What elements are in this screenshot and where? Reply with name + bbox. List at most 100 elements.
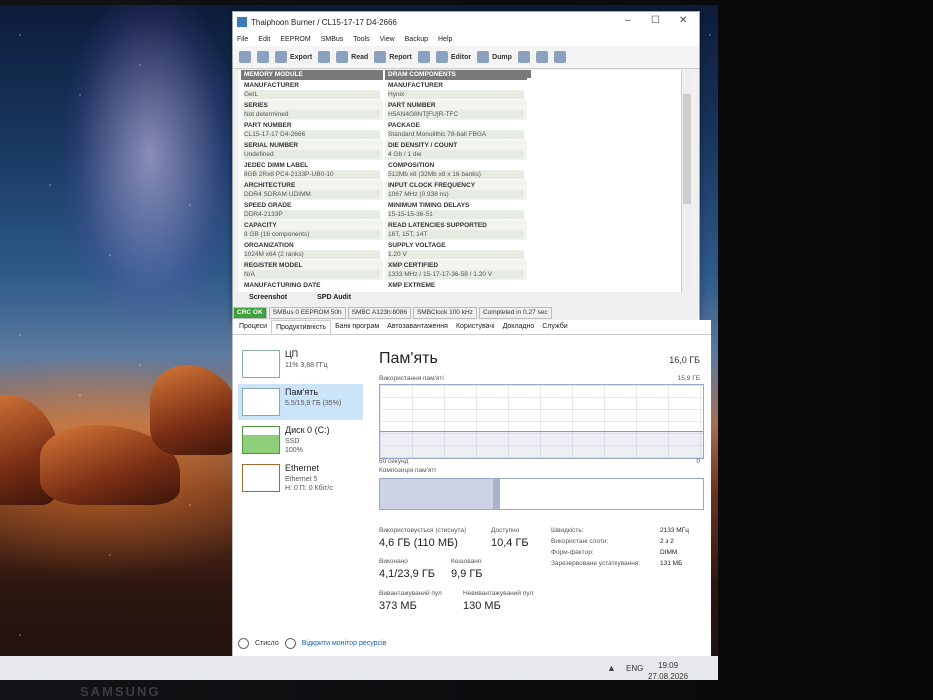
resource-monitor-icon[interactable] [284, 638, 296, 649]
menu-bar: File Edit EEPROM SMBus Tools View Backup… [233, 32, 699, 46]
chip-icon[interactable] [318, 51, 331, 63]
memory-usage-graph [379, 384, 704, 459]
tab-processes[interactable]: Процеси [235, 320, 271, 334]
spd-field-value: 15-15-15-36-51 [388, 210, 524, 219]
sidebar-item-disk[interactable]: Диск 0 (C:) SSD 100% [238, 422, 363, 458]
sidebar-item-cpu[interactable]: ЦП 11% 3,88 ГГц [238, 346, 363, 382]
tools-icon[interactable] [417, 51, 430, 63]
spd-field-label: COMPOSITION [388, 162, 435, 169]
reserved-value: 131 МБ [660, 560, 683, 567]
menu-file[interactable]: File [237, 36, 248, 43]
copy-icon[interactable] [535, 51, 548, 63]
menu-backup[interactable]: Backup [405, 36, 428, 43]
sidebar-item-memory[interactable]: Пам'ять 5,5/15,9 ГБ (35%) [238, 384, 363, 420]
nonpaged-pool-value: 130 МБ [463, 600, 501, 612]
spd-field-label: READ LATENCIES SUPPORTED [388, 222, 487, 229]
dram-components-header: DRAM COMPONENTS [385, 70, 527, 80]
menu-help[interactable]: Help [438, 36, 452, 43]
export-label: Export [290, 53, 313, 61]
menu-edit[interactable]: Edit [258, 36, 270, 43]
report-icon [374, 51, 387, 63]
menu-view[interactable]: View [380, 36, 395, 43]
chevron-up-icon[interactable] [238, 638, 249, 649]
paged-pool-value: 373 МБ [379, 600, 417, 612]
memory-thumbnail [242, 388, 280, 416]
maximize-button[interactable]: ☐ [651, 15, 660, 26]
tab-services[interactable]: Служби [538, 320, 571, 334]
tab-app-history[interactable]: Банк програм [331, 320, 383, 334]
spd-field-value: 1333 MHz / 15-17-17-36-58 / 1.20 V [388, 270, 524, 279]
available-label: Доступно [491, 527, 520, 534]
taskbar: ▲ ENG 19:09 27.08.2026 [0, 656, 718, 680]
ethernet-name: Ethernet 5 [285, 476, 318, 483]
spd-field: PART NUMBER H5AN4G8NT[FU]R-TFC [385, 100, 527, 120]
read-label: Read [351, 53, 369, 61]
menu-tools[interactable]: Tools [353, 36, 369, 43]
tab-users[interactable]: Користувачі [452, 320, 499, 334]
spd-field: MANUFACTURING DATE [241, 280, 383, 292]
clock-time: 19:09 [658, 661, 679, 670]
spd-field-label: SERIAL NUMBER [244, 142, 299, 149]
toolbar: Export Read Report Editor Dump [233, 46, 699, 69]
report-label: Report [389, 53, 412, 61]
slots-label: Використані слоти: [551, 538, 609, 545]
spd-field-label: ARCHITECTURE [244, 182, 296, 189]
spd-field: PART NUMBER CL15-17-17 D4-2666 [241, 120, 383, 140]
dump-button[interactable]: Dump [477, 51, 512, 63]
spd-field: MINIMUM TIMING DELAYS 15-15-15-36-51 [385, 200, 527, 220]
cached-label: Кешовано [451, 558, 482, 565]
editor-button[interactable]: Editor [435, 51, 471, 63]
fewer-details-link[interactable]: Стисло [255, 640, 279, 647]
spd-field: XMP EXTREME [385, 280, 527, 292]
close-button[interactable]: ✕ [679, 15, 687, 26]
info-icon[interactable] [553, 51, 566, 63]
report-button[interactable]: Report [374, 51, 412, 63]
dump-icon [477, 51, 490, 63]
composition-in-use [380, 479, 494, 509]
sidebar-item-ethernet[interactable]: Ethernet Ethernet 5 Н: 0 П: 0 Кбіт/с [238, 460, 363, 496]
save-icon[interactable] [257, 51, 269, 63]
spd-field-value: DDR4 SDRAM UDIMM [244, 190, 380, 199]
spd-field: JEDEC DIMM LABEL 8GB 2Rx8 PC4-2133P-UB0-1… [241, 160, 383, 180]
report-scrollbar[interactable] [681, 70, 692, 292]
spd-field-label: SPEED GRADE [244, 202, 292, 209]
performance-sidebar: ЦП 11% 3,88 ГГц Пам'ять 5,5/15,9 ГБ (35%… [238, 346, 363, 498]
tab-details[interactable]: Докладно [499, 320, 539, 334]
menu-smbus[interactable]: SMBus [321, 36, 344, 43]
tab-spd-audit[interactable]: SPD Audit [309, 293, 359, 302]
spd-field-value: 4 Gb / 1 die [388, 150, 524, 159]
graph-time-left: 60 секунд [379, 458, 409, 465]
cpu-thumbnail [242, 350, 280, 378]
read-button[interactable]: Read [336, 51, 368, 63]
spd-field-value: Undefined [244, 150, 380, 159]
sidebar-item-title: Пам'ять [285, 387, 319, 397]
title-bar[interactable]: Thaiphoon Burner / CL15-17-17 D4-2666 – … [233, 12, 699, 32]
spd-field-label: MANUFACTURER [244, 82, 299, 89]
open-resource-monitor-link[interactable]: Відкрити монітор ресурсів [302, 640, 387, 647]
status-bar: CRC OK SMBus 0 EEPROM 50h SMBC A123h:808… [233, 307, 699, 319]
paged-pool-label: Вивантажуваний пул [379, 590, 442, 597]
tray-chevron-icon[interactable]: ▲ [607, 663, 616, 673]
spd-field-value: DDR4-2133P [244, 210, 380, 219]
minimize-button[interactable]: – [625, 15, 631, 26]
smbus-status: SMBus 0 EEPROM 50h [268, 307, 346, 319]
scrollbar-thumb[interactable] [683, 94, 691, 204]
tab-startup[interactable]: Автозавантаження [383, 320, 452, 334]
tab-performance[interactable]: Продуктивність [271, 320, 332, 334]
settings-icon[interactable] [517, 51, 530, 63]
language-indicator[interactable]: ENG [626, 664, 643, 673]
sidebar-item-title: ЦП [285, 349, 299, 359]
spd-field-value: 8GB 2Rx8 PC4-2133P-UB0-10 [244, 170, 380, 179]
report-tabs: Screenshot SPD Audit [241, 293, 359, 302]
ethernet-thumbnail [242, 464, 280, 492]
wrench-icon[interactable] [239, 51, 251, 63]
spd-field: MANUFACTURER GeIL [241, 80, 383, 100]
menu-eeprom[interactable]: EEPROM [280, 36, 310, 43]
editor-icon [435, 51, 448, 63]
clock[interactable]: 19:09 27.08.2026 [648, 660, 688, 680]
tab-screenshot[interactable]: Screenshot [241, 293, 295, 302]
memory-composition-bar[interactable] [379, 478, 704, 510]
spd-field: CAPACITY 8 GB (16 components) [241, 220, 383, 240]
committed-label: Виконано [379, 558, 408, 565]
export-button[interactable]: Export [275, 51, 312, 63]
